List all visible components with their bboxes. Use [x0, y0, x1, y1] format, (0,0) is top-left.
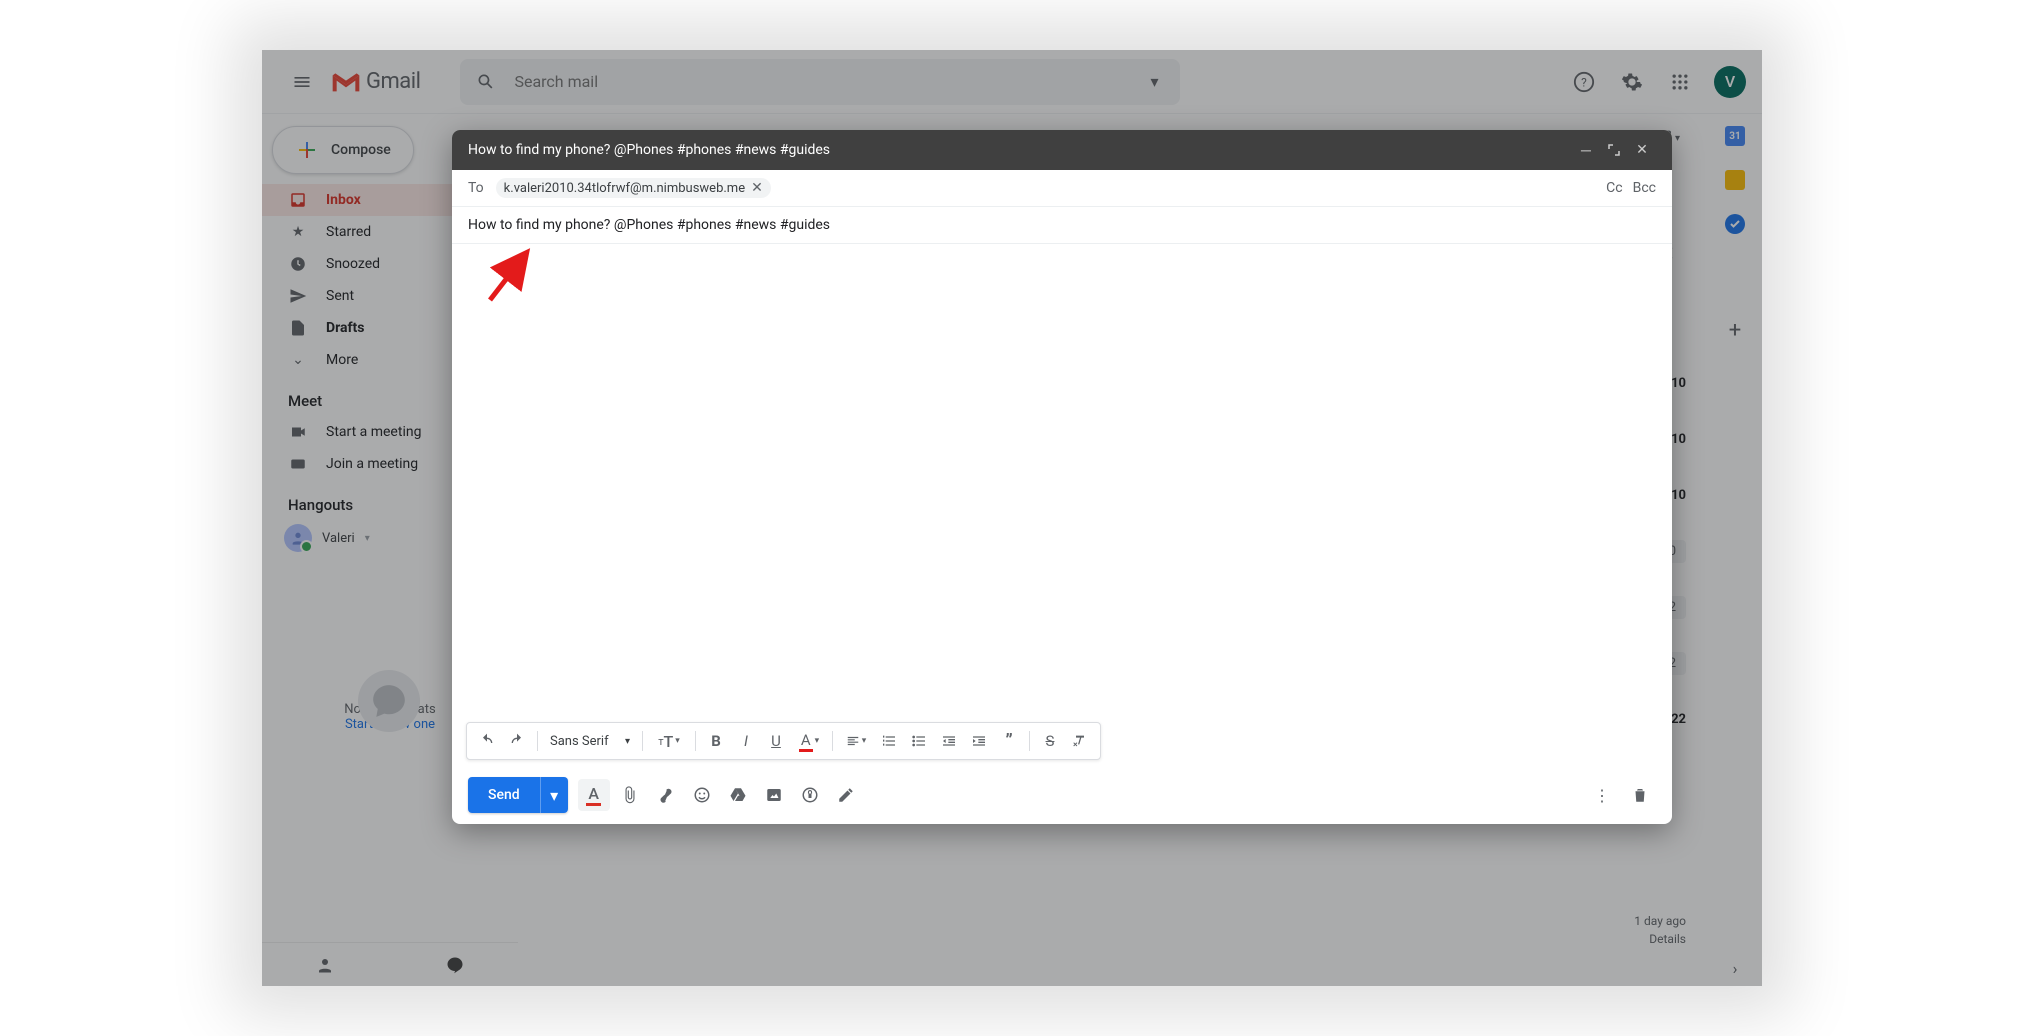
side-panel: 31 + ›: [1708, 114, 1762, 986]
header: Gmail ▾ ? V: [262, 50, 1762, 114]
meet-start-label: Start a meeting: [326, 424, 421, 440]
settings-button[interactable]: [1612, 62, 1652, 102]
font-size-button[interactable]: тT▾: [649, 727, 689, 755]
sidebar-footer-contact[interactable]: [262, 956, 389, 974]
cc-button[interactable]: Cc: [1606, 180, 1622, 196]
send-button-group: Send ▾: [468, 777, 568, 813]
bold-button[interactable]: B: [702, 727, 730, 755]
attach-file-button[interactable]: [614, 779, 646, 811]
sidebar-item-label: Sent: [326, 288, 354, 304]
undo-button[interactable]: [473, 727, 501, 755]
clock-icon: [288, 255, 308, 273]
insert-link-button[interactable]: [650, 779, 682, 811]
insert-photo-button[interactable]: [758, 779, 790, 811]
remove-recipient-icon[interactable]: ✕: [751, 180, 763, 196]
more-options-button[interactable]: ⋮: [1586, 779, 1618, 811]
plus-icon: [295, 138, 319, 162]
redo-button[interactable]: [503, 727, 531, 755]
tasks-addon[interactable]: [1725, 214, 1745, 234]
formatting-toolbar: Sans Serif▾ тT▾ B I U A▾ ▾ ” S: [466, 722, 1101, 760]
star-icon: ★: [288, 224, 308, 240]
presence-avatar: [284, 524, 312, 552]
gmail-logo[interactable]: Gmail: [330, 69, 420, 94]
meet-join-label: Join a meeting: [326, 456, 418, 472]
annotation-arrow: [478, 248, 538, 308]
svg-text:?: ?: [1581, 75, 1587, 89]
compose-footer: Send ▾ A ⋮: [452, 766, 1672, 824]
compose-to-row[interactable]: To k.valeri2010.34tlofrwf@m.nimbusweb.me…: [452, 170, 1672, 207]
keyboard-icon: [288, 455, 308, 473]
compose-label: Compose: [331, 142, 391, 158]
font-family-select[interactable]: Sans Serif▾: [544, 734, 636, 749]
fullscreen-button[interactable]: [1600, 144, 1628, 156]
numbered-list-button[interactable]: [875, 727, 903, 755]
minimize-button[interactable]: ─: [1572, 142, 1600, 159]
align-button[interactable]: ▾: [839, 727, 873, 755]
sidebar-footer-hangouts[interactable]: [392, 956, 519, 974]
discard-draft-button[interactable]: [1624, 779, 1656, 811]
keep-addon[interactable]: [1725, 170, 1745, 190]
italic-button[interactable]: I: [732, 727, 760, 755]
compose-window: How to find my phone? @Phones #phones #n…: [452, 130, 1672, 824]
search-icon[interactable]: [466, 62, 506, 102]
compose-title-text: How to find my phone? @Phones #phones #n…: [468, 142, 830, 158]
search-options-button[interactable]: ▾: [1134, 72, 1174, 91]
close-button[interactable]: ✕: [1628, 142, 1656, 158]
compose-titlebar[interactable]: How to find my phone? @Phones #phones #n…: [452, 130, 1672, 170]
apps-button[interactable]: [1660, 62, 1700, 102]
sidebar-footer: [262, 942, 518, 986]
details-link[interactable]: Details: [1649, 932, 1686, 946]
text-color-button[interactable]: A▾: [792, 727, 826, 755]
recipient-chip[interactable]: k.valeri2010.34tlofrwf@m.nimbusweb.me✕: [496, 178, 771, 198]
chevron-down-icon: ⌄: [288, 352, 308, 368]
send-button[interactable]: Send: [468, 777, 540, 813]
account-avatar[interactable]: V: [1714, 66, 1746, 98]
compose-button[interactable]: Compose: [272, 126, 414, 174]
activity-footer: 1 day ago Details: [1634, 912, 1686, 948]
send-icon: [288, 287, 308, 305]
search-bar[interactable]: ▾: [460, 59, 1180, 105]
formatting-toggle-button[interactable]: A: [578, 779, 610, 811]
insert-drive-button[interactable]: [722, 779, 754, 811]
sidebar-item-label: Drafts: [326, 320, 364, 336]
strikethrough-button[interactable]: S: [1036, 727, 1064, 755]
sidebar-item-label: More: [326, 352, 358, 368]
hangouts-user-name: Valeri: [322, 531, 355, 546]
search-input[interactable]: [506, 72, 1134, 91]
underline-button[interactable]: U: [762, 727, 790, 755]
inbox-icon: [288, 191, 308, 209]
gmail-icon: [330, 70, 362, 94]
insert-emoji-button[interactable]: [686, 779, 718, 811]
video-icon: [288, 423, 308, 441]
compose-subject[interactable]: How to find my phone? @Phones #phones #n…: [452, 207, 1672, 244]
bcc-button[interactable]: Bcc: [1633, 180, 1656, 196]
hangouts-empty-icon: [358, 670, 420, 732]
sidebar-item-label: Inbox: [326, 192, 361, 208]
add-addon-button[interactable]: +: [1729, 318, 1741, 343]
insert-signature-button[interactable]: [830, 779, 862, 811]
confidential-mode-button[interactable]: [794, 779, 826, 811]
hide-panel-button[interactable]: ›: [1733, 959, 1738, 978]
quote-button[interactable]: ”: [995, 727, 1023, 755]
indent-less-button[interactable]: [935, 727, 963, 755]
remove-formatting-button[interactable]: [1066, 727, 1094, 755]
send-options-button[interactable]: ▾: [540, 777, 568, 813]
indent-more-button[interactable]: [965, 727, 993, 755]
file-icon: [288, 319, 308, 337]
support-button[interactable]: ?: [1564, 62, 1604, 102]
calendar-addon[interactable]: 31: [1725, 126, 1745, 146]
compose-body[interactable]: [452, 244, 1672, 766]
sidebar-item-label: Snoozed: [326, 256, 380, 272]
to-label: To: [468, 180, 484, 196]
sidebar-item-label: Starred: [326, 224, 371, 240]
bulleted-list-button[interactable]: [905, 727, 933, 755]
gmail-logo-text: Gmail: [366, 69, 420, 94]
main-menu-button[interactable]: [278, 58, 326, 106]
